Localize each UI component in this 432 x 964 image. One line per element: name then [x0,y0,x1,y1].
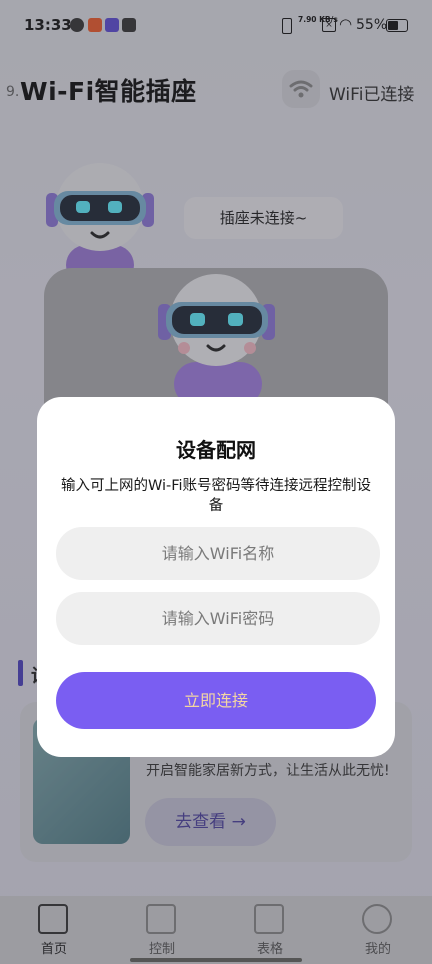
dialog-title: 设备配网 [176,438,256,462]
wifi-password-input[interactable] [56,592,380,645]
connect-button[interactable]: 立即连接 [56,672,376,729]
dialog-description: 输入可上网的Wi-Fi账号密码等待连接远程控制设备 [60,478,372,514]
wifi-ssid-input[interactable] [56,527,380,580]
gesture-bar[interactable] [130,958,302,962]
